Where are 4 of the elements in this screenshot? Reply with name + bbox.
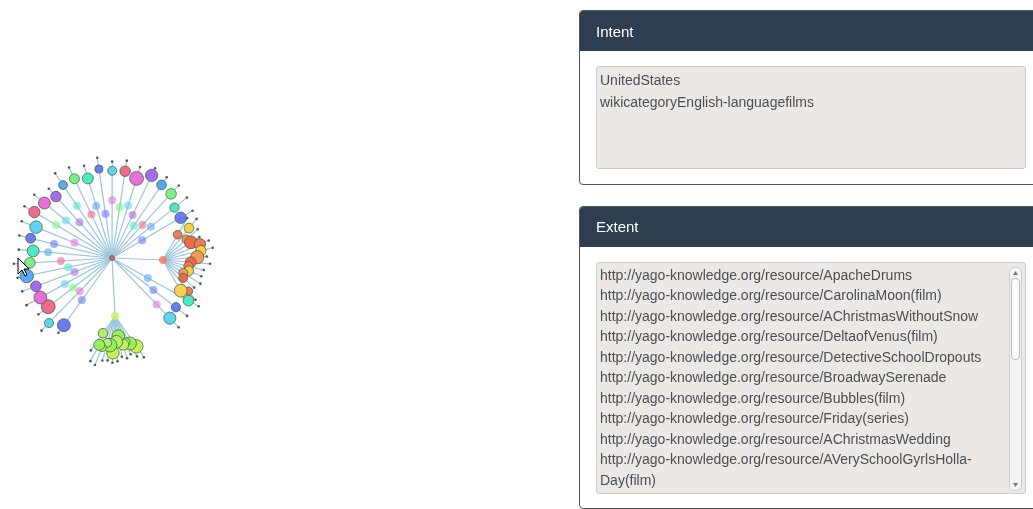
- panel-title: Intent: [596, 22, 634, 40]
- panel-title: Extent: [596, 218, 639, 236]
- text-area[interactable]: UnitedStates wikicategoryEnglish-languagefilms: [596, 66, 1026, 169]
- list-box[interactable]: http://yago-knowledge.org/resource/ApacheDrums http://yago-knowledge.org/resource/CarolinaMoon(film) http://yago-knowledge.org/resource/AChristmasWithoutSnow http://yago-knowledge.org/resource/DeltaofVenus(film) http://yago-knowledge.org/resource/DetectiveSchoolDropouts http://yago-knowledge.org/resource/BroadwaySerenade http://yago-knowledge.org/resource/Bubbles(film) http://yago-knowledge.org/resource/Friday(series) http://yago-knowledge.org/resource/AChristmasWedding http://yago-knowledge.org/resource/AVerySchoolGyrlsHolla-Day(film): [596, 261, 1026, 494]
